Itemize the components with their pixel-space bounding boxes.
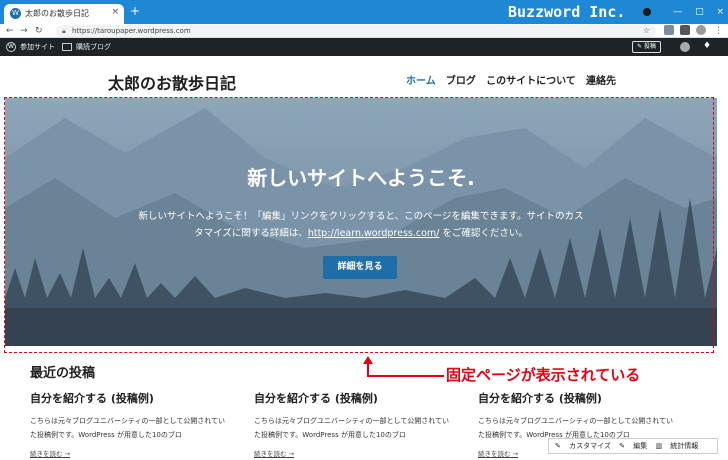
brand-watermark: Buzzword Inc.	[508, 3, 626, 21]
nav-item-home[interactable]: ホーム	[406, 76, 436, 87]
puzzle-icon[interactable]	[680, 25, 690, 35]
read-more-link[interactable]: 続きを読む →	[254, 448, 454, 458]
my-sites-label: 参加サイト	[20, 43, 55, 51]
site-title[interactable]: 太郎のお散歩日記	[108, 70, 236, 94]
post-title[interactable]: 自分を紹介する (投稿例)	[254, 390, 454, 406]
pencil-icon: ✎	[637, 43, 644, 50]
callout-arrow-icon	[363, 356, 444, 377]
customize-link[interactable]: ✎ カスタマイズ	[555, 442, 611, 450]
wordpress-favicon-icon: W	[10, 8, 21, 19]
edit-link[interactable]: ✎ 編集	[619, 442, 647, 450]
avatar[interactable]	[680, 42, 690, 52]
notifications-bell-icon[interactable]: ♦	[703, 41, 711, 51]
tab-close-icon[interactable]: ×	[111, 7, 119, 17]
close-window-button[interactable]: ×	[716, 7, 724, 17]
url-field[interactable]: 🔒︎ https://taroupaper.wordpress.com ☆	[56, 25, 656, 37]
account-icon[interactable]	[696, 25, 706, 35]
stats-label: 統計情報	[670, 442, 699, 450]
url-text: https://taroupaper.wordpress.com	[72, 27, 191, 35]
forward-arrow-icon[interactable]: →	[20, 24, 28, 38]
customize-toolbar: ✎ カスタマイズ ✎ 編集 ▥ 統計情報	[548, 438, 718, 454]
stats-link[interactable]: ▥ 統計情報	[655, 442, 698, 450]
wp-admin-bar: W 参加サイト 購読ブログ ✎ 投稿 ♦	[0, 38, 728, 56]
address-bar-row: ← → ↻ 🔒︎ https://taroupaper.wordpress.co…	[0, 24, 728, 38]
customize-label: カスタマイズ	[569, 442, 611, 450]
browser-tab[interactable]: W 太郎のお散歩日記 ×	[4, 4, 124, 24]
minimize-button[interactable]: —	[673, 7, 682, 17]
annotation-frame	[4, 97, 714, 353]
window-controls: — □ ×	[663, 0, 724, 24]
profile-dot-icon	[643, 8, 651, 16]
post-excerpt: こちらは元々ブログユニバーシティの一部として公開されていた投稿例です。WordP…	[254, 417, 450, 439]
wordpress-logo-icon: W	[6, 42, 16, 52]
post-card: 自分を紹介する (投稿例) こちらは元々ブログユニバーシティの一部として公開され…	[254, 390, 454, 458]
annotation-text: 固定ページが表示されている	[446, 366, 641, 384]
back-arrow-icon[interactable]: ←	[6, 24, 14, 38]
nav-item-contact[interactable]: 連絡先	[586, 76, 616, 87]
menu-dots-icon[interactable]: ⋮	[714, 24, 723, 38]
tab-title: 太郎のお散歩日記	[25, 9, 89, 18]
extension-icon[interactable]	[664, 25, 674, 35]
edit-label: 編集	[633, 442, 648, 450]
reader-icon	[62, 43, 72, 51]
new-tab-button[interactable]: +	[130, 5, 140, 17]
post-title[interactable]: 自分を紹介する (投稿例)	[30, 390, 230, 406]
maximize-button[interactable]: □	[695, 7, 704, 17]
site-navigation: ホーム ブログ このサイトについて 連絡先	[406, 72, 623, 87]
post-card: 自分を紹介する (投稿例) こちらは元々ブログユニバーシティの一部として公開され…	[30, 390, 230, 458]
browser-tab-strip: W 太郎のお散歩日記 × + Buzzword Inc. — □ ×	[0, 0, 728, 24]
lock-icon: 🔒︎	[62, 27, 66, 35]
nav-item-blog[interactable]: ブログ	[446, 76, 476, 87]
post-title[interactable]: 自分を紹介する (投稿例)	[478, 390, 678, 406]
nav-item-about[interactable]: このサイトについて	[486, 76, 576, 87]
post-excerpt: こちらは元々ブログユニバーシティの一部として公開されていた投稿例です。WordP…	[30, 417, 226, 439]
new-post-button[interactable]: ✎ 投稿	[632, 41, 661, 53]
my-sites-item[interactable]: W 参加サイト	[6, 38, 55, 56]
recent-posts-heading: 最近の投稿	[30, 366, 96, 381]
reader-item[interactable]: 購読ブログ	[62, 38, 111, 56]
new-post-label: 投稿	[643, 43, 656, 50]
reader-label: 購読ブログ	[76, 43, 111, 51]
reload-icon[interactable]: ↻	[35, 24, 43, 38]
bookmark-star-icon[interactable]: ☆	[643, 25, 650, 37]
read-more-link[interactable]: 続きを読む →	[30, 448, 230, 458]
